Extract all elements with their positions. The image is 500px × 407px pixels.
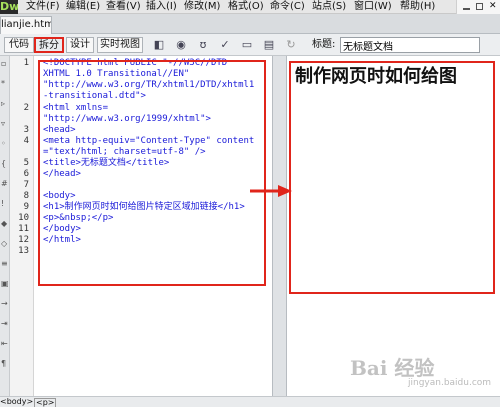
- remove-comment-icon[interactable]: ◇: [1, 240, 9, 248]
- expand-all-icon[interactable]: ▿: [1, 120, 9, 128]
- document-tab-bar: lianjie.html: [0, 14, 500, 34]
- line-number: 6: [23, 169, 29, 179]
- multiscreen-icon[interactable]: ◧: [152, 38, 166, 52]
- line-number: 1: [23, 58, 29, 68]
- apply-comment-icon[interactable]: ◆: [1, 220, 9, 228]
- menu-window[interactable]: 窗口(W): [354, 0, 392, 14]
- tag-selector-body[interactable]: <body>: [0, 397, 33, 407]
- show-code-navigator-icon[interactable]: *: [1, 80, 9, 88]
- debug-icon[interactable]: ʊ: [196, 38, 210, 52]
- maximize-icon[interactable]: [476, 3, 483, 10]
- title-label: 标题:: [312, 39, 336, 50]
- document-toolbar: 代码 拆分 设计 实时视图 ◧ ◉ ʊ ✓ ▭ ▤ ↻ 标题:: [0, 34, 500, 56]
- menu-file[interactable]: 文件(F): [26, 0, 60, 14]
- line-number: 12: [18, 235, 29, 245]
- watermark: Bai 经验 jingyan.baidu.com: [350, 350, 495, 394]
- split-view-button[interactable]: 拆分: [34, 37, 64, 53]
- line-number: 2: [23, 103, 29, 113]
- watermark-logo: Bai 经验: [350, 356, 435, 380]
- window-controls: ✕: [456, 0, 500, 14]
- line-number: 9: [23, 202, 29, 212]
- code-highlight-box: [38, 60, 266, 286]
- highlight-invalid-icon[interactable]: !: [1, 200, 9, 208]
- balance-braces-icon[interactable]: {: [1, 160, 9, 168]
- menu-help[interactable]: 帮助(H): [400, 0, 435, 14]
- menu-site[interactable]: 站点(S): [312, 0, 346, 14]
- refresh-icon[interactable]: ↻: [284, 38, 298, 52]
- design-highlight-box: [289, 61, 495, 294]
- pane-divider[interactable]: [272, 56, 287, 396]
- tag-selector-p[interactable]: <p>: [34, 398, 57, 407]
- line-number: 13: [18, 246, 29, 256]
- menu-command[interactable]: 命令(C): [270, 0, 305, 14]
- app-logo: Dw: [0, 0, 18, 14]
- outdent-code-icon[interactable]: ⇤: [1, 340, 9, 348]
- recent-snippets-icon[interactable]: ▣: [1, 280, 9, 288]
- check-page-icon[interactable]: ▭: [240, 38, 254, 52]
- browser-preview-icon[interactable]: ◉: [174, 38, 188, 52]
- code-view-button[interactable]: 代码: [4, 37, 34, 53]
- code-editor[interactable]: <!DOCTYPE html PUBLIC "-//W3C//DTD XHTML…: [34, 56, 272, 396]
- collapse-tag-icon[interactable]: ▹: [1, 100, 9, 108]
- menu-modify[interactable]: 修改(M): [184, 0, 220, 14]
- wrap-tag-icon[interactable]: ≡: [1, 260, 9, 268]
- visual-aids-icon[interactable]: ✓: [218, 38, 232, 52]
- menu-bar: Dw 文件(F) 编辑(E) 查看(V) 插入(I) 修改(M) 格式(O) 命…: [0, 0, 500, 14]
- design-view-button[interactable]: 设计: [66, 37, 94, 53]
- file-management-icon[interactable]: ▤: [262, 38, 276, 52]
- close-icon[interactable]: ✕: [489, 2, 497, 11]
- line-number: 8: [23, 191, 29, 201]
- coding-toolbar: ▫ * ▹ ▿ ◦ { # ! ◆ ◇ ≡ ▣ → ⇥ ⇤ ¶: [0, 56, 10, 396]
- menu-format[interactable]: 格式(O): [228, 0, 264, 14]
- line-number: 4: [23, 136, 29, 146]
- open-documents-icon[interactable]: ▫: [1, 60, 9, 68]
- menu-edit[interactable]: 编辑(E): [66, 0, 100, 14]
- move-css-icon[interactable]: →: [1, 300, 9, 308]
- watermark-url: jingyan.baidu.com: [408, 378, 492, 388]
- status-bar: <body> <p>: [0, 396, 500, 407]
- line-number: 7: [23, 180, 29, 190]
- menu-insert[interactable]: 插入(I): [146, 0, 177, 14]
- line-number: 5: [23, 158, 29, 168]
- arrow-icon: [250, 185, 292, 197]
- format-source-icon[interactable]: ¶: [1, 360, 9, 368]
- line-numbers: 1 2 3 4 5 6 7 8 9 10 11 12 13: [10, 56, 34, 396]
- design-view[interactable]: 制作网页时如何给图: [287, 56, 500, 396]
- line-number: 3: [23, 125, 29, 135]
- line-number: 10: [18, 213, 29, 223]
- menu-view[interactable]: 查看(V): [106, 0, 141, 14]
- document-tab[interactable]: lianjie.html: [0, 16, 52, 34]
- line-number: 11: [18, 224, 29, 234]
- line-numbers-icon[interactable]: #: [1, 180, 9, 188]
- title-field[interactable]: [340, 37, 480, 53]
- select-parent-tag-icon[interactable]: ◦: [1, 140, 9, 148]
- indent-code-icon[interactable]: ⇥: [1, 320, 9, 328]
- live-view-button[interactable]: 实时视图: [97, 37, 143, 53]
- minimize-icon[interactable]: [463, 8, 470, 10]
- design-heading[interactable]: 制作网页时如何给图: [295, 66, 457, 88]
